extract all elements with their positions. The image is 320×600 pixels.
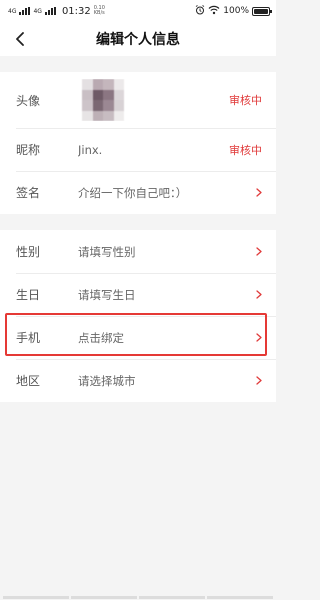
signature-row[interactable]: 签名 介绍一下你自己吧：） [0,171,276,214]
nickname-row[interactable]: 昵称 Jinx. 审核中 [0,128,276,171]
network-label-2: 4G [33,7,42,15]
region-row[interactable]: 地区 请选择城市 [0,359,276,402]
avatar[interactable] [82,79,124,121]
network-speed: 0.10 KB/s [94,6,106,16]
nickname-status: 审核中 [229,143,262,157]
chevron-right-icon [252,247,262,256]
nickname-value: Jinx. [78,142,103,157]
chevron-left-icon [16,32,24,46]
status-bar: 4G 4G 01:32 0.10 KB/s 100% [0,0,276,22]
gender-value: 请填写性别 [78,244,136,259]
birthday-label: 生日 [16,288,41,302]
birthday-value: 请填写生日 [78,287,136,302]
battery-percent: 100% [223,6,249,16]
status-time: 01:32 [61,5,91,17]
signature-value: 介绍一下你自己吧：） [78,185,188,200]
gender-label: 性别 [16,245,41,259]
battery-icon [252,6,272,16]
signature-label: 签名 [16,186,41,200]
phone-row[interactable]: 手机 点击绑定 [0,316,276,359]
birthday-row[interactable]: 生日 请填写生日 [0,273,276,316]
back-button[interactable] [8,27,32,51]
phone-value: 点击绑定 [78,330,124,345]
region-label: 地区 [16,374,41,388]
chevron-right-icon [252,188,262,197]
alarm-icon [195,4,205,18]
chevron-right-icon [252,290,262,299]
avatar-cell [78,79,229,121]
avatar-label: 头像 [16,93,41,108]
network-speed-unit: KB/s [93,10,105,16]
chevron-right-icon [252,376,262,385]
nickname-label: 昵称 [16,143,41,157]
status-left: 4G 4G 01:32 0.10 KB/s [8,6,106,17]
phone-label: 手机 [16,331,41,345]
wifi-icon [208,5,220,18]
chevron-right-icon [252,333,262,342]
region-value: 请选择城市 [78,373,136,388]
page-title: 编辑个人信息 [96,32,180,48]
network-label-1: 4G [8,7,17,15]
signal-icon [19,7,31,15]
status-right: 100% [195,4,272,18]
home-indicator [0,596,276,600]
profile-section: 头像 审核中 昵称 Jinx. 审核中 签名 介绍一下你自己吧：） [0,72,276,214]
nav-bar: 编辑个人信息 [0,22,276,56]
signal-icon-2 [44,7,56,15]
gender-row[interactable]: 性别 请填写性别 [0,230,276,273]
avatar-status: 审核中 [229,94,262,107]
avatar-row[interactable]: 头像 审核中 [0,72,276,128]
details-section: 性别 请填写性别 生日 请填写生日 手机 点击绑定 地区 请选择城市 [0,230,276,402]
